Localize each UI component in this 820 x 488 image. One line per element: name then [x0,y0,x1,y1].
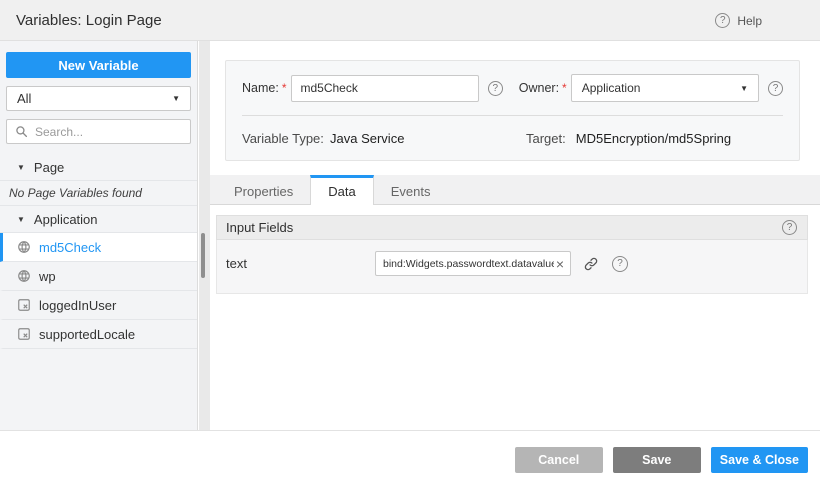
sidebar-scrollbar-thumb[interactable] [201,233,205,278]
variable-type-label: Variable Type: [242,131,330,146]
variable-filter-select[interactable]: All ▼ [6,86,191,111]
bind-expression-value: bind:Widgets.passwordtext.datavalue [383,258,554,270]
variable-item-wp[interactable]: wp [0,262,197,291]
variable-item-label: wp [39,269,56,284]
owner-select-value: Application [582,81,641,95]
input-fields-help-icon[interactable]: ? [782,220,797,235]
tab-properties[interactable]: Properties [217,175,310,204]
variable-summary-card: Name: * ? Owner: * Application ▼ ? Varia… [225,60,800,161]
required-marker: * [282,81,287,95]
tab-data[interactable]: Data [310,175,373,205]
variable-detail-panel: Name: * ? Owner: * Application ▼ ? Varia… [210,41,820,430]
variable-item-supportedlocale[interactable]: supportedLocale [0,320,197,349]
owner-help-icon[interactable]: ? [768,81,783,96]
help-link[interactable]: ? Help [715,0,762,41]
model-variable-icon [17,298,31,312]
help-label: Help [737,14,762,28]
model-variable-icon [17,327,31,341]
save-button[interactable]: Save [613,447,701,473]
variable-name-input[interactable] [291,75,479,102]
search-icon [15,125,29,139]
variable-item-loggedinuser[interactable]: loggedInUser [0,291,197,320]
target-label: Target: [526,131,566,146]
input-field-row: text bind:Widgets.passwordtext.datavalue… [216,240,808,294]
field-name-label: text [226,256,375,271]
field-help-icon[interactable]: ? [612,256,628,272]
name-help-icon[interactable]: ? [488,81,503,96]
divider [242,115,783,116]
owner-label: Owner: [519,81,559,95]
caret-down-icon: ▼ [17,215,25,224]
variable-item-md5check[interactable]: md5Check [0,233,197,262]
variable-search[interactable] [6,119,191,144]
owner-select[interactable]: Application ▼ [571,74,759,102]
dialog-footer: Cancel Save Save & Close [0,430,820,488]
chevron-down-icon: ▼ [740,84,748,93]
bind-expression-input[interactable]: bind:Widgets.passwordtext.datavalue × [375,251,571,276]
cancel-button[interactable]: Cancel [515,447,603,473]
search-input[interactable] [35,125,182,139]
help-icon: ? [715,13,730,28]
detail-tabbar: Properties Data Events [210,175,820,205]
tab-events[interactable]: Events [374,175,448,204]
name-label: Name: [242,81,279,95]
sidebar-scrollbar-track[interactable] [199,41,210,430]
page-title: Variables: Login Page [16,12,162,29]
input-fields-section: Input Fields ? text bind:Widgets.passwor… [216,215,808,294]
clear-binding-icon[interactable]: × [554,257,566,271]
bind-link-icon[interactable] [583,256,599,272]
new-variable-button[interactable]: New Variable [6,52,191,78]
tree-group-application[interactable]: ▼ Application [0,206,197,233]
titlebar: Variables: Login Page ? Help [0,0,820,41]
variable-filter-value: All [17,91,31,106]
tree-group-application-label: Application [34,212,98,227]
target-value: MD5Encryption/md5Spring [576,131,731,146]
tree-group-page-label: Page [34,160,64,175]
caret-down-icon: ▼ [17,163,25,172]
variables-dialog: Variables: Login Page ? Help New Variabl… [0,0,820,488]
input-fields-title: Input Fields [226,220,293,235]
variable-item-label: supportedLocale [39,327,135,342]
chevron-down-icon: ▼ [172,94,180,103]
page-variables-empty-message: No Page Variables found [0,181,197,206]
tree-group-page[interactable]: ▼ Page [0,154,197,181]
variables-sidebar: New Variable All ▼ ▼ Page No Page Variab… [0,41,198,430]
save-and-close-button[interactable]: Save & Close [711,447,808,473]
variable-item-label: md5Check [39,240,101,255]
required-marker: * [562,81,567,95]
variable-item-label: loggedInUser [39,298,116,313]
service-variable-icon [17,269,31,283]
service-variable-icon [17,240,31,254]
variable-type-value: Java Service [330,131,404,146]
input-fields-header: Input Fields ? [216,215,808,240]
